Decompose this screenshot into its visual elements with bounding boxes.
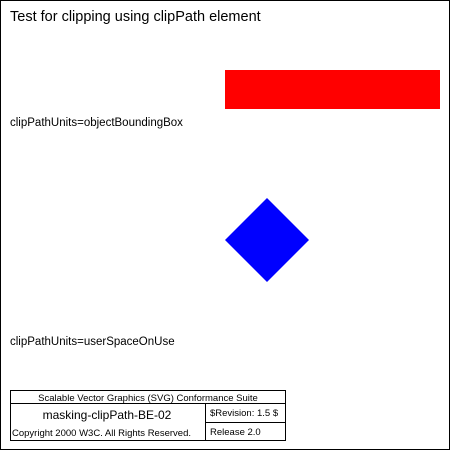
copyright-text: Copyright 2000 W3C. All Rights Reserved.: [12, 428, 191, 439]
test-name: masking-clipPath-BE-02: [43, 408, 172, 422]
test-title: Test for clipping using clipPath element: [10, 9, 261, 25]
label-user-space-on-use: clipPathUnits=userSpaceOnUse: [10, 336, 175, 348]
test-svg: Test for clipping using clipPath element…: [0, 0, 450, 450]
revision-text: $Revision: 1.5 $: [210, 408, 279, 419]
outer-border: [0, 0, 450, 450]
release-text: Release 2.0: [210, 427, 261, 438]
label-object-bounding-box: clipPathUnits=objectBoundingBox: [10, 117, 183, 129]
suite-name: Scalable Vector Graphics (SVG) Conforman…: [38, 393, 258, 404]
svg-test-canvas: Test for clipping using clipPath element…: [0, 0, 450, 450]
test-legend: Scalable Vector Graphics (SVG) Conforman…: [10, 390, 286, 441]
clipped-red-bar: [225, 70, 440, 109]
